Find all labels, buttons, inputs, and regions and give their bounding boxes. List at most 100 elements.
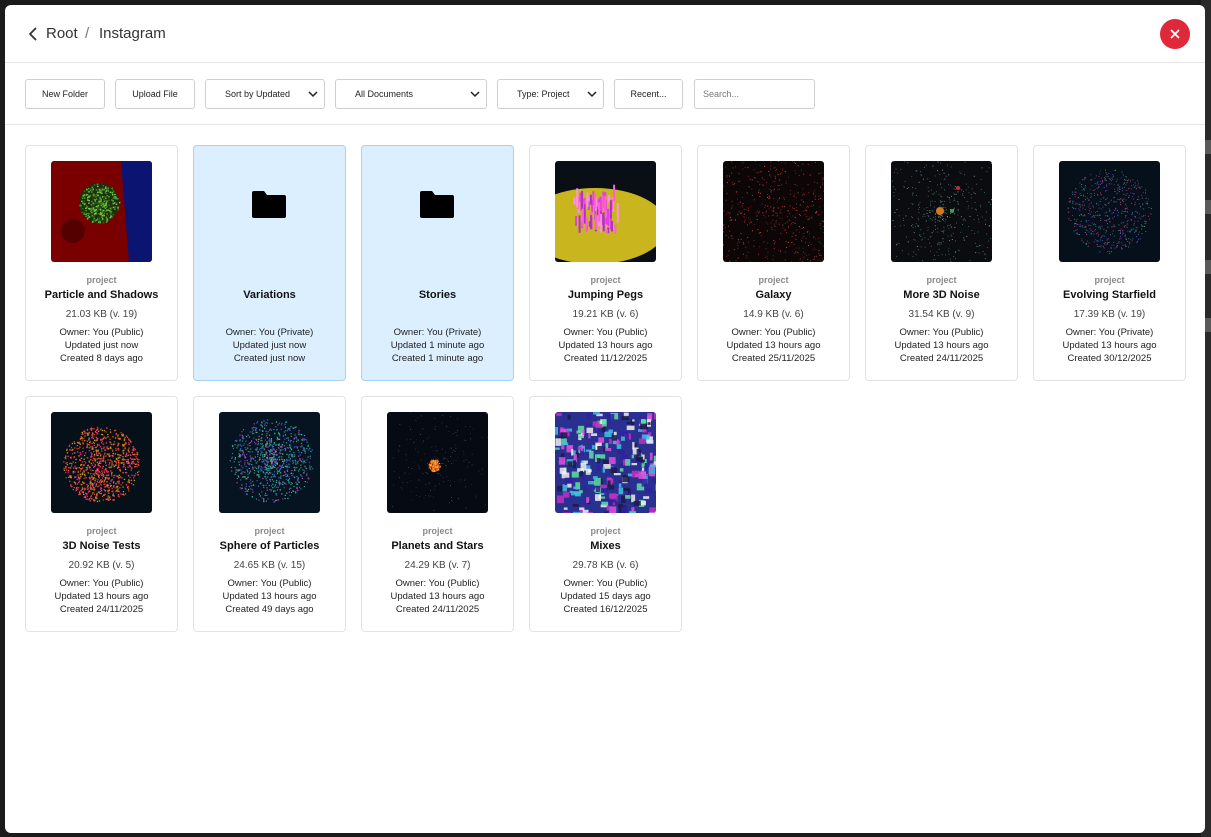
project-thumbnail <box>555 161 656 262</box>
item-created: Created 8 days ago <box>60 353 143 364</box>
folder-card[interactable]: Variations Owner: You (Private) Updated ju… <box>193 145 346 381</box>
chevron-down-icon <box>308 91 318 98</box>
project-thumbnail <box>891 161 992 262</box>
item-type: project <box>422 526 453 536</box>
item-type: project <box>590 526 621 536</box>
item-name: Jumping Pegs <box>567 289 644 301</box>
item-created: Created 1 minute ago <box>391 353 484 364</box>
item-size: 24.65 KB (v. 15) <box>233 560 306 571</box>
search-input[interactable]: Search... <box>694 79 815 109</box>
item-owner: Owner: You (Private) <box>393 327 482 338</box>
breadcrumb-separator: / <box>85 25 90 42</box>
project-thumbnail <box>1059 161 1160 262</box>
backdrop-tick <box>1205 260 1211 274</box>
project-card[interactable]: project Mixes 29.78 KB (v. 6) Owner: You (P… <box>529 396 682 632</box>
item-name: Planets and Stars <box>391 540 484 552</box>
item-owner: Owner: You (Public) <box>899 327 984 338</box>
item-name: Galaxy <box>755 289 792 301</box>
documents-filter-value: All Documents <box>355 89 414 99</box>
item-type: project <box>926 275 957 285</box>
item-created: Created 24/11/2025 <box>59 604 144 615</box>
item-owner: Owner: You (Public) <box>59 578 144 589</box>
project-card[interactable]: project 3D Noise Tests 20.92 KB (v. 5) Owne… <box>25 396 178 632</box>
item-name: Sphere of Particles <box>219 540 320 552</box>
back-button[interactable] <box>25 23 41 45</box>
item-updated: Updated 13 hours ago <box>894 340 989 351</box>
sort-select-value: Sort by Updated <box>225 89 291 99</box>
item-updated: Updated 13 hours ago <box>1062 340 1157 351</box>
item-updated: Updated 1 minute ago <box>390 340 485 351</box>
item-owner: Owner: You (Public) <box>59 327 144 338</box>
item-updated: Updated just now <box>232 340 307 351</box>
item-updated: Updated 13 hours ago <box>390 591 485 602</box>
item-name: Evolving Starfield <box>1063 289 1156 301</box>
item-size: 31.54 KB (v. 9) <box>908 309 975 320</box>
project-thumbnail <box>51 161 152 262</box>
item-updated: Updated 13 hours ago <box>558 340 653 351</box>
item-owner: Owner: You (Public) <box>731 327 816 338</box>
project-card[interactable]: project Evolving Starfield 17.39 KB (v. 19… <box>1033 145 1186 381</box>
documents-filter-select[interactable]: All Documents <box>335 79 487 109</box>
item-type: project <box>590 275 621 285</box>
item-size: 21.03 KB (v. 19) <box>65 309 138 320</box>
project-card[interactable]: project Particle and Shadows 21.03 KB (v. … <box>25 145 178 381</box>
item-owner: Owner: You (Public) <box>395 578 480 589</box>
new-folder-button[interactable]: New Folder <box>25 79 105 109</box>
project-card[interactable]: project Sphere of Particles 24.65 KB (v. 1… <box>193 396 346 632</box>
item-created: Created 49 days ago <box>225 604 314 615</box>
item-type: project <box>86 275 117 285</box>
item-type: project <box>86 526 117 536</box>
project-card[interactable]: project Galaxy 14.9 KB (v. 6) Owner: You (P… <box>697 145 850 381</box>
folder-icon <box>420 191 454 218</box>
toolbar: New Folder Upload File Sort by Updated A… <box>5 64 1205 125</box>
modal-header: Root / Instagram <box>5 5 1205 63</box>
folder-icon <box>252 191 286 218</box>
item-size: 29.78 KB (v. 6) <box>572 560 639 571</box>
item-updated: Updated 13 hours ago <box>54 591 149 602</box>
backdrop-tick <box>1205 318 1211 332</box>
item-size: 24.29 KB (v. 7) <box>404 560 471 571</box>
project-card[interactable]: project Jumping Pegs 19.21 KB (v. 6) Owner:… <box>529 145 682 381</box>
breadcrumb-current: Instagram <box>99 25 166 42</box>
project-thumbnail <box>51 412 152 513</box>
close-button[interactable] <box>1160 19 1190 49</box>
item-updated: Updated just now <box>64 340 139 351</box>
item-owner: Owner: You (Private) <box>1065 327 1154 338</box>
folder-card[interactable]: Stories Owner: You (Private) Updated 1 min… <box>361 145 514 381</box>
item-created: Created 24/11/2025 <box>899 353 984 364</box>
project-thumbnail <box>387 412 488 513</box>
item-created: Created 16/12/2025 <box>563 604 648 615</box>
item-created: Created 24/11/2025 <box>395 604 480 615</box>
chevron-down-icon <box>587 91 597 98</box>
item-updated: Updated 13 hours ago <box>222 591 317 602</box>
sort-select[interactable]: Sort by Updated <box>205 79 325 109</box>
item-size: 14.9 KB (v. 6) <box>743 309 804 320</box>
recent-button[interactable]: Recent... <box>614 79 683 109</box>
project-card[interactable]: project Planets and Stars 24.29 KB (v. 7) O… <box>361 396 514 632</box>
type-filter-select[interactable]: Type: Project <box>497 79 604 109</box>
item-owner: Owner: You (Public) <box>227 578 312 589</box>
backdrop-tick <box>1205 140 1211 154</box>
item-name: Mixes <box>590 540 621 552</box>
type-filter-value: Type: Project <box>517 89 570 99</box>
item-size: 20.92 KB (v. 5) <box>68 560 135 571</box>
project-card[interactable]: project More 3D Noise 31.54 KB (v. 9) Owner… <box>865 145 1018 381</box>
item-updated: Updated 13 hours ago <box>726 340 821 351</box>
breadcrumb-root[interactable]: Root <box>46 25 78 43</box>
item-created: Created 30/12/2025 <box>1067 353 1152 364</box>
item-type: project <box>254 526 285 536</box>
item-name: More 3D Noise <box>903 289 980 301</box>
item-updated: Updated 15 days ago <box>560 591 651 602</box>
upload-file-button[interactable]: Upload File <box>115 79 195 109</box>
file-browser-modal: Root / Instagram New Folder Upload File … <box>5 5 1205 833</box>
item-size: 17.39 KB (v. 19) <box>1073 309 1146 320</box>
item-name: Particle and Shadows <box>44 289 159 301</box>
item-created: Created 11/12/2025 <box>563 353 648 364</box>
project-thumbnail <box>219 412 320 513</box>
item-owner: Owner: You (Public) <box>563 327 648 338</box>
chevron-left-icon <box>29 27 37 41</box>
item-name: 3D Noise Tests <box>62 540 141 552</box>
project-thumbnail <box>723 161 824 262</box>
item-name: Variations <box>243 289 296 301</box>
project-thumbnail <box>555 412 656 513</box>
